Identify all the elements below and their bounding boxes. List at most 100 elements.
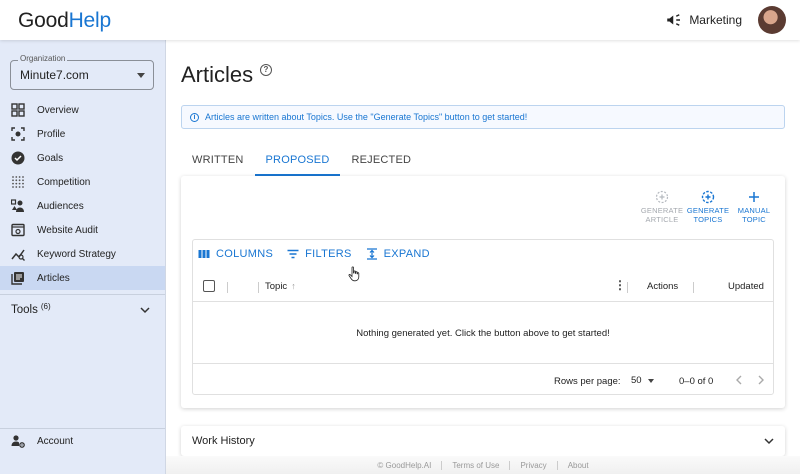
info-banner: i Articles are written about Topics. Use… [181, 105, 785, 129]
rows-per-page-value: 50 [631, 375, 642, 386]
hand-pointer-cursor-icon [348, 266, 360, 282]
footer-terms-link[interactable]: Terms of Use [442, 461, 509, 470]
sidebar-item-label: Goals [37, 152, 64, 164]
tab-proposed[interactable]: PROPOSED [254, 148, 341, 176]
column-header-updated[interactable]: Updated [728, 281, 764, 292]
tools-section-toggle[interactable]: Tools (6) [0, 300, 165, 320]
sidebar-item-overview[interactable]: Overview [0, 98, 165, 122]
grid-header: Topic ↑ ⋮ Actions Updated [193, 272, 773, 302]
organization-value: Minute7.com [20, 68, 89, 82]
column-header-topic[interactable]: Topic ↑ [265, 281, 296, 292]
generate-topics-button[interactable]: GENERATE TOPICS [685, 190, 731, 224]
footer-privacy-link[interactable]: Privacy [510, 461, 556, 470]
articles-icon [11, 271, 25, 285]
rows-per-page-label: Rows per page: [554, 376, 621, 387]
filters-button[interactable]: FILTERS [287, 248, 352, 260]
sidebar-item-keyword-strategy[interactable]: Keyword Strategy [0, 242, 165, 266]
columns-button[interactable]: COLUMNS [198, 248, 273, 260]
account-label: Account [37, 435, 74, 447]
columns-icon [198, 250, 210, 258]
chevron-down-icon [140, 307, 150, 314]
work-history-label: Work History [192, 435, 255, 447]
previous-page-icon[interactable] [733, 374, 745, 386]
sidebar-item-label: Competition [37, 176, 91, 188]
logo[interactable]: GoodHelp [18, 9, 111, 33]
app-header: GoodHelp Marketing [0, 0, 800, 40]
tab-rejected[interactable]: REJECTED [340, 148, 422, 176]
grid-footer: Rows per page: 50 0–0 of 0 [193, 363, 773, 395]
sidebar-item-label: Website Audit [37, 224, 98, 236]
generate-topics-icon [701, 190, 715, 204]
generate-article-icon [655, 190, 669, 204]
website-audit-icon [11, 223, 25, 237]
manual-topic-label-2: TOPIC [742, 215, 766, 224]
tab-written[interactable]: WRITTEN [181, 148, 255, 176]
plus-icon [749, 192, 759, 202]
sidebar-item-profile[interactable]: Profile [0, 122, 165, 146]
generate-article-button[interactable]: GENERATE ARTICLE [639, 190, 685, 224]
column-separator[interactable] [627, 282, 628, 293]
footer-about-link[interactable]: About [558, 461, 599, 470]
columns-label: COLUMNS [216, 248, 274, 260]
profile-focus-icon [11, 127, 25, 141]
sidebar-item-account[interactable]: Account [0, 431, 165, 451]
generate-article-label-2: ARTICLE [645, 215, 679, 224]
megaphone-icon [667, 14, 681, 26]
footer-copyright: © GoodHelp.AI [377, 460, 432, 470]
generate-topics-label-1: GENERATE [686, 206, 730, 215]
expand-icon [366, 248, 377, 260]
column-header-actions[interactable]: Actions [647, 281, 678, 292]
logo-help: Help [68, 9, 112, 32]
organization-select[interactable]: Organization Minute7.com [10, 54, 154, 90]
dots-grid-icon [11, 175, 25, 189]
sidebar-item-label: Profile [37, 128, 66, 140]
manual-topic-label-1: MANUAL [737, 206, 771, 215]
sidebar-item-competition[interactable]: Competition [0, 170, 165, 194]
main-content: Articles ? i Articles are written about … [166, 40, 800, 474]
rows-per-page-select[interactable]: 50 [631, 375, 654, 386]
check-circle-icon [11, 151, 25, 165]
grid-icon [11, 103, 25, 117]
sidebar-item-label: Keyword Strategy [37, 248, 116, 260]
sidebar-item-label: Audiences [37, 200, 84, 212]
tools-count: (6) [40, 301, 51, 311]
sidebar-item-audiences[interactable]: Audiences [0, 194, 165, 218]
sidebar-nav: Overview Profile Goals Competition Audie… [0, 98, 165, 290]
sidebar-item-goals[interactable]: Goals [0, 146, 165, 170]
sidebar-item-label: Articles [37, 272, 70, 284]
page-title: Articles [181, 62, 254, 87]
filters-label: FILTERS [305, 248, 352, 260]
empty-message: Nothing generated yet. Click the button … [356, 328, 610, 339]
generate-article-label-1: GENERATE [640, 206, 684, 215]
filter-icon [287, 249, 299, 259]
organization-label: Organization [18, 54, 68, 63]
expand-button[interactable]: EXPAND [366, 248, 430, 260]
avatar[interactable] [758, 6, 786, 34]
select-all-checkbox[interactable] [203, 280, 215, 292]
workspace-selector[interactable]: Marketing [689, 13, 742, 27]
grid-toolbar: COLUMNS FILTERS EXPAND [198, 248, 444, 260]
sidebar-item-website-audit[interactable]: Website Audit [0, 218, 165, 242]
column-separator[interactable] [693, 282, 694, 293]
expand-label: EXPAND [383, 248, 430, 260]
next-page-icon[interactable] [755, 374, 767, 386]
sidebar-item-articles[interactable]: Articles [0, 266, 165, 290]
account-settings-icon [11, 434, 25, 448]
work-history-accordion[interactable]: Work History [181, 426, 785, 456]
sidebar: Organization Minute7.com Overview Profil… [0, 40, 166, 474]
sort-arrow-up-icon: ↑ [291, 281, 296, 291]
column-separator[interactable] [258, 282, 259, 293]
topics-data-grid: COLUMNS FILTERS EXPAND Topic ↑ ⋮ Actions… [192, 239, 774, 395]
manual-topic-button[interactable]: MANUAL TOPIC [731, 190, 777, 224]
pagination-range: 0–0 of 0 [679, 376, 714, 387]
logo-good: Good [18, 9, 69, 32]
column-separator[interactable] [227, 282, 228, 293]
column-menu-icon[interactable]: ⋮ [614, 279, 626, 291]
caret-down-icon [647, 378, 654, 383]
action-buttons: GENERATE ARTICLE GENERATE TOPICS MANUAL … [639, 190, 777, 224]
caret-down-icon [137, 73, 145, 78]
help-icon[interactable]: ? [260, 64, 272, 76]
article-tabs: WRITTEN PROPOSED REJECTED [181, 148, 422, 176]
keyword-chart-icon [11, 247, 25, 261]
chevron-down-icon [764, 438, 774, 445]
